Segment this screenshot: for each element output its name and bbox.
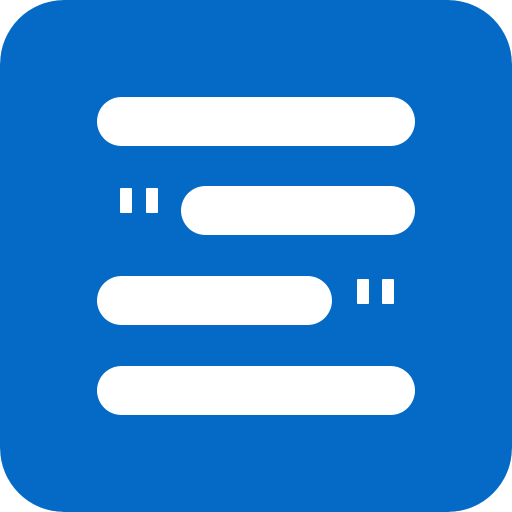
app-icon bbox=[0, 0, 512, 512]
open-quote-mark-right bbox=[146, 188, 158, 213]
text-line-3 bbox=[97, 276, 332, 325]
text-line-1 bbox=[97, 97, 415, 146]
icon-background bbox=[0, 0, 512, 512]
close-quote-mark-right bbox=[382, 279, 394, 304]
open-quote-mark-left bbox=[120, 188, 132, 213]
close-quote-mark-left bbox=[357, 279, 369, 304]
text-line-4 bbox=[97, 366, 415, 415]
quote-text-lines-icon bbox=[0, 0, 512, 512]
text-line-2 bbox=[181, 186, 415, 235]
